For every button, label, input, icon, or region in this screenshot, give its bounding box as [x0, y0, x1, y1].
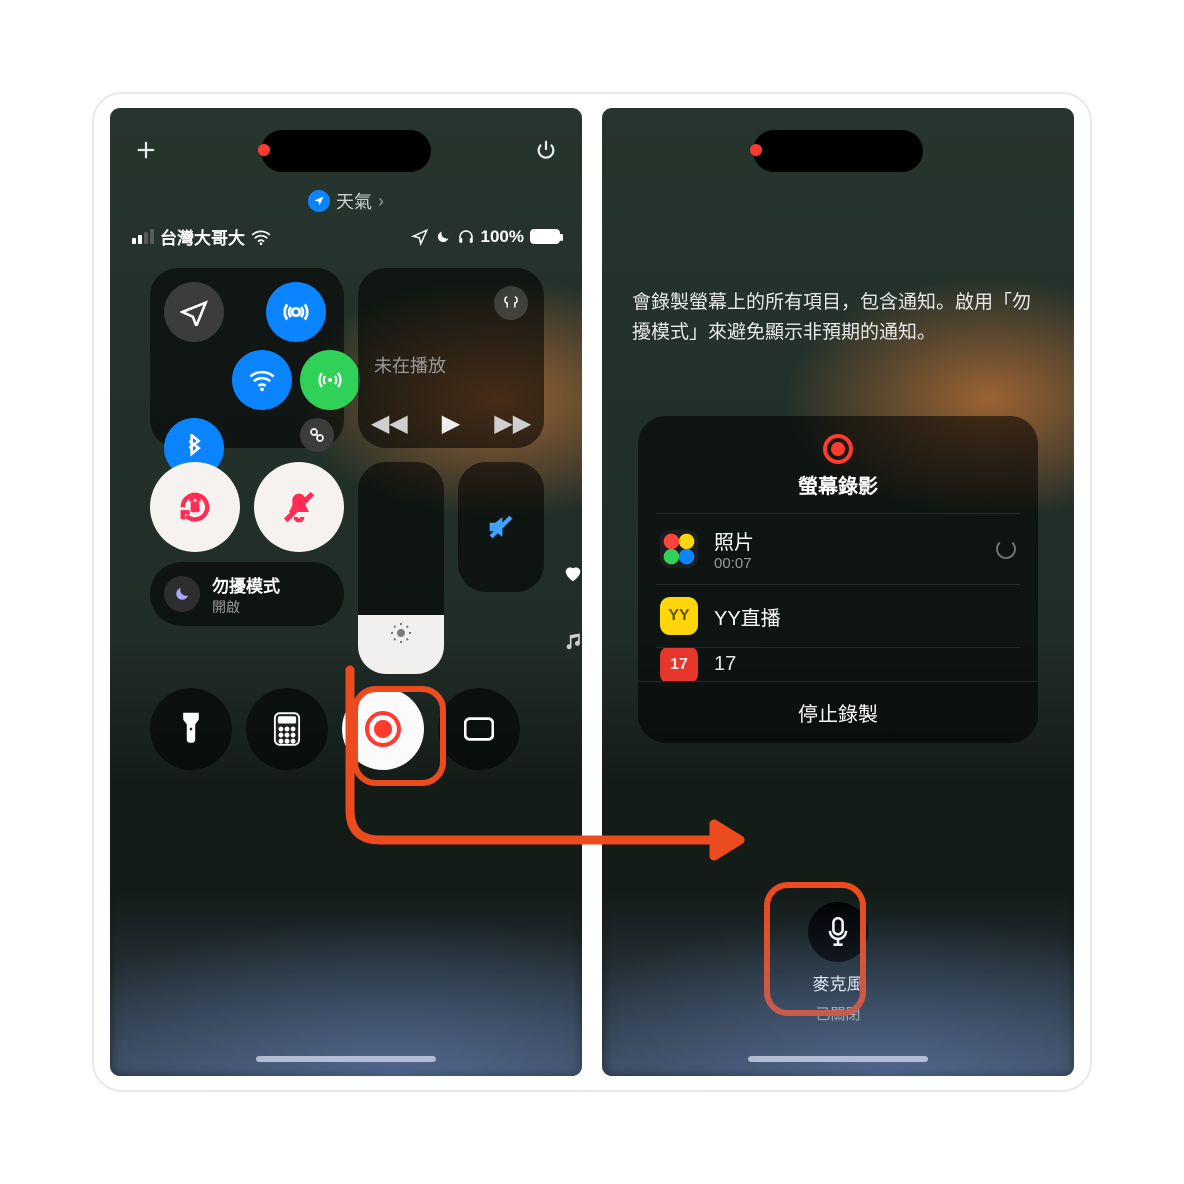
brightness-icon [389, 621, 413, 650]
home-indicator[interactable] [256, 1056, 436, 1062]
wifi-icon [251, 229, 271, 245]
recording-notice: 會錄製螢幕上的所有項目，包含通知。啟用「勿擾模式」來避免顯示非預期的通知。 [632, 288, 1044, 349]
screen-record-button[interactable] [342, 688, 424, 770]
airplane-toggle[interactable] [164, 282, 224, 342]
add-controls-button[interactable] [134, 138, 158, 162]
play-icon[interactable]: ▶ [442, 409, 460, 438]
battery-icon [530, 229, 560, 244]
dynamic-island [753, 130, 923, 172]
home-indicator[interactable] [748, 1056, 928, 1062]
photos-app-icon [660, 530, 698, 568]
cellular-icon [132, 229, 154, 244]
figure-panel: 天氣 › 台灣大哥大 100% [92, 92, 1092, 1092]
airpods-icon[interactable] [494, 286, 528, 320]
mic-state: 已關閉 [815, 1003, 860, 1024]
cellular-data-toggle[interactable] [300, 350, 360, 410]
location-icon [308, 190, 330, 212]
location-status-icon [411, 228, 429, 246]
destination-name: 照片 [714, 526, 754, 555]
chevron-right-icon: › [378, 191, 384, 212]
return-to-app[interactable]: 天氣 › [110, 188, 582, 214]
flashlight-button[interactable] [150, 688, 232, 770]
orientation-lock-toggle[interactable] [150, 462, 240, 552]
focus-title: 勿擾模式 [212, 572, 280, 597]
yy-app-icon: YY [660, 597, 698, 635]
media-tile[interactable]: 未在播放 ◀◀ ▶ ▶▶ [358, 268, 544, 448]
destination-name: 17 [714, 653, 736, 676]
loading-spinner [996, 539, 1016, 559]
record-destination-card: 螢幕錄影 照片 00:07 YY YY直播 17 17 停止錄製 [638, 416, 1038, 743]
moon-icon [164, 576, 200, 612]
stop-record-button[interactable]: 停止錄製 [638, 681, 1038, 743]
music-icon[interactable] [564, 630, 582, 657]
destination-duration: 00:07 [714, 555, 754, 572]
battery-percent: 100% [481, 227, 524, 247]
carrier-label: 台灣大哥大 [160, 224, 245, 249]
brightness-slider[interactable] [358, 462, 444, 674]
microphone-block: 麥克風 已關閉 [808, 902, 868, 1024]
status-bar: 台灣大哥大 100% [132, 224, 560, 249]
control-center: 未在播放 ◀◀ ▶ ▶▶ [150, 268, 542, 770]
screen-mirror-button[interactable] [438, 688, 520, 770]
microphone-toggle[interactable] [808, 902, 868, 962]
phone-left: 天氣 › 台灣大哥大 100% [110, 108, 582, 1076]
hotspot-toggle[interactable] [300, 418, 334, 452]
17-app-icon: 17 [660, 647, 698, 681]
headphones-icon [457, 228, 475, 246]
destination-photos[interactable]: 照片 00:07 [656, 513, 1020, 584]
record-icon [823, 434, 853, 464]
favorites-icon[interactable] [562, 562, 582, 589]
card-title: 螢幕錄影 [656, 470, 1020, 499]
focus-state: 開啟 [212, 597, 280, 617]
phone-right: 會錄製螢幕上的所有項目，包含通知。啟用「勿擾模式」來避免顯示非預期的通知。 螢幕… [602, 108, 1074, 1076]
rewind-icon[interactable]: ◀◀ [371, 409, 408, 438]
focus-tile[interactable]: 勿擾模式 開啟 [150, 562, 344, 626]
dnd-moon-icon [435, 229, 451, 245]
media-title: 未在播放 [374, 352, 528, 378]
connectivity-tile[interactable] [150, 268, 344, 448]
calculator-button[interactable] [246, 688, 328, 770]
power-icon[interactable] [534, 138, 558, 162]
silent-toggle[interactable] [254, 462, 344, 552]
destination-17[interactable]: 17 17 [656, 647, 1020, 681]
recording-dot [258, 144, 270, 156]
forward-icon[interactable]: ▶▶ [494, 409, 531, 438]
recording-dot [750, 144, 762, 156]
breadcrumb-app: 天氣 [336, 188, 372, 214]
destination-name: YY直播 [714, 602, 781, 631]
volume-slider[interactable] [458, 462, 544, 592]
airdrop-toggle[interactable] [266, 282, 326, 342]
mic-label: 麥克風 [813, 970, 864, 995]
wifi-toggle[interactable] [232, 350, 292, 410]
record-icon [365, 711, 401, 747]
destination-yy[interactable]: YY YY直播 [656, 584, 1020, 647]
